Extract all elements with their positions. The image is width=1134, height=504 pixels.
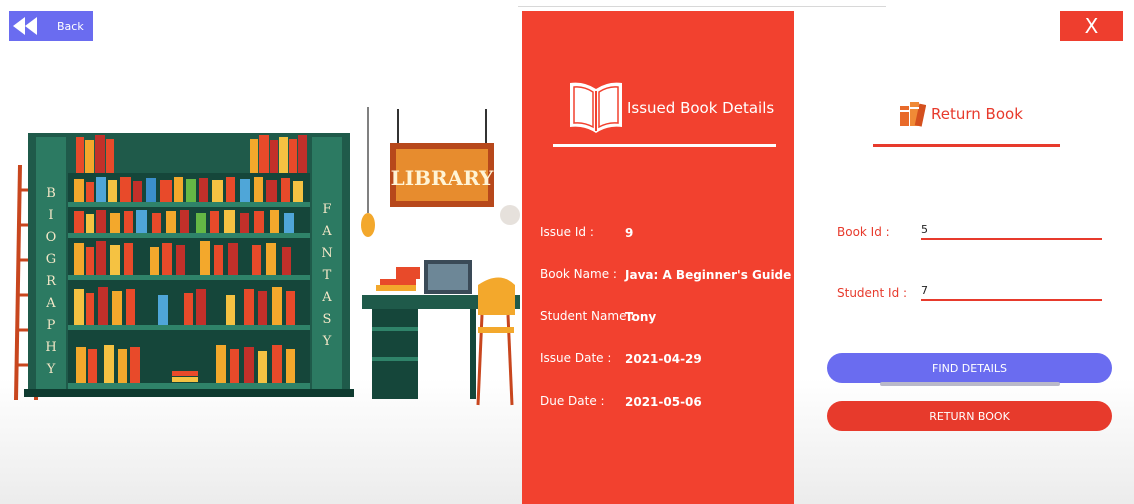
desk xyxy=(362,205,520,406)
issue-date-label: Issue Date : xyxy=(540,351,612,365)
svg-text:F: F xyxy=(322,202,331,217)
book-name-value: Java: A Beginner's Guide xyxy=(625,268,792,282)
issue-id-label: Issue Id : xyxy=(540,225,594,239)
svg-text:H: H xyxy=(45,340,56,355)
find-details-button[interactable]: FIND DETAILS xyxy=(827,353,1112,383)
student-id-label: Student Id : xyxy=(837,286,908,300)
svg-text:G: G xyxy=(46,252,56,267)
svg-text:A: A xyxy=(321,290,332,305)
library-illustration: BIO GRA PHY FAN TAS Y LIBRARY xyxy=(14,107,520,406)
title-underline xyxy=(553,144,776,147)
svg-text:T: T xyxy=(323,268,332,283)
back-button[interactable]: Back xyxy=(9,11,93,41)
panel-top-border xyxy=(518,6,886,7)
lamp xyxy=(361,107,375,237)
svg-text:O: O xyxy=(46,230,57,245)
svg-text:Y: Y xyxy=(46,362,56,377)
student-id-input[interactable] xyxy=(921,281,1102,301)
issue-id-value: 9 xyxy=(625,226,634,240)
svg-text:P: P xyxy=(47,318,56,333)
book-id-input[interactable] xyxy=(921,220,1102,240)
back-button-label: Back xyxy=(57,19,84,33)
svg-text:A: A xyxy=(321,224,332,239)
issue-date-value: 2021-04-29 xyxy=(625,352,702,366)
button-shadow xyxy=(880,382,1060,386)
svg-text:N: N xyxy=(321,246,332,261)
close-button[interactable]: X xyxy=(1060,11,1123,41)
svg-text:LIBRARY: LIBRARY xyxy=(391,166,494,190)
book-id-label: Book Id : xyxy=(837,225,890,239)
svg-text:S: S xyxy=(323,312,332,327)
double-left-arrow-icon xyxy=(13,17,37,35)
svg-text:A: A xyxy=(45,296,56,311)
shelf-right-label: FAN TAS Y xyxy=(321,202,332,349)
book-name-label: Book Name : xyxy=(540,267,617,281)
svg-text:B: B xyxy=(46,186,56,201)
return-book-title: Return Book xyxy=(931,105,1023,123)
student-name-value: Tony xyxy=(625,310,657,324)
return-title-underline xyxy=(873,144,1060,147)
due-date-value: 2021-05-06 xyxy=(625,395,702,409)
issued-book-panel: Issued Book Details Issue Id : 9 Book Na… xyxy=(522,11,794,504)
library-sign: LIBRARY xyxy=(390,109,494,207)
svg-text:I: I xyxy=(48,208,53,223)
due-date-label: Due Date : xyxy=(540,394,605,408)
open-book-icon xyxy=(570,82,622,133)
return-book-button[interactable]: RETURN BOOK xyxy=(827,401,1112,431)
student-name-label: Student Name : xyxy=(540,309,635,323)
svg-text:R: R xyxy=(46,274,57,289)
issued-details-title: Issued Book Details xyxy=(627,99,775,117)
svg-text:Y: Y xyxy=(322,334,332,349)
books-icon xyxy=(900,102,926,127)
